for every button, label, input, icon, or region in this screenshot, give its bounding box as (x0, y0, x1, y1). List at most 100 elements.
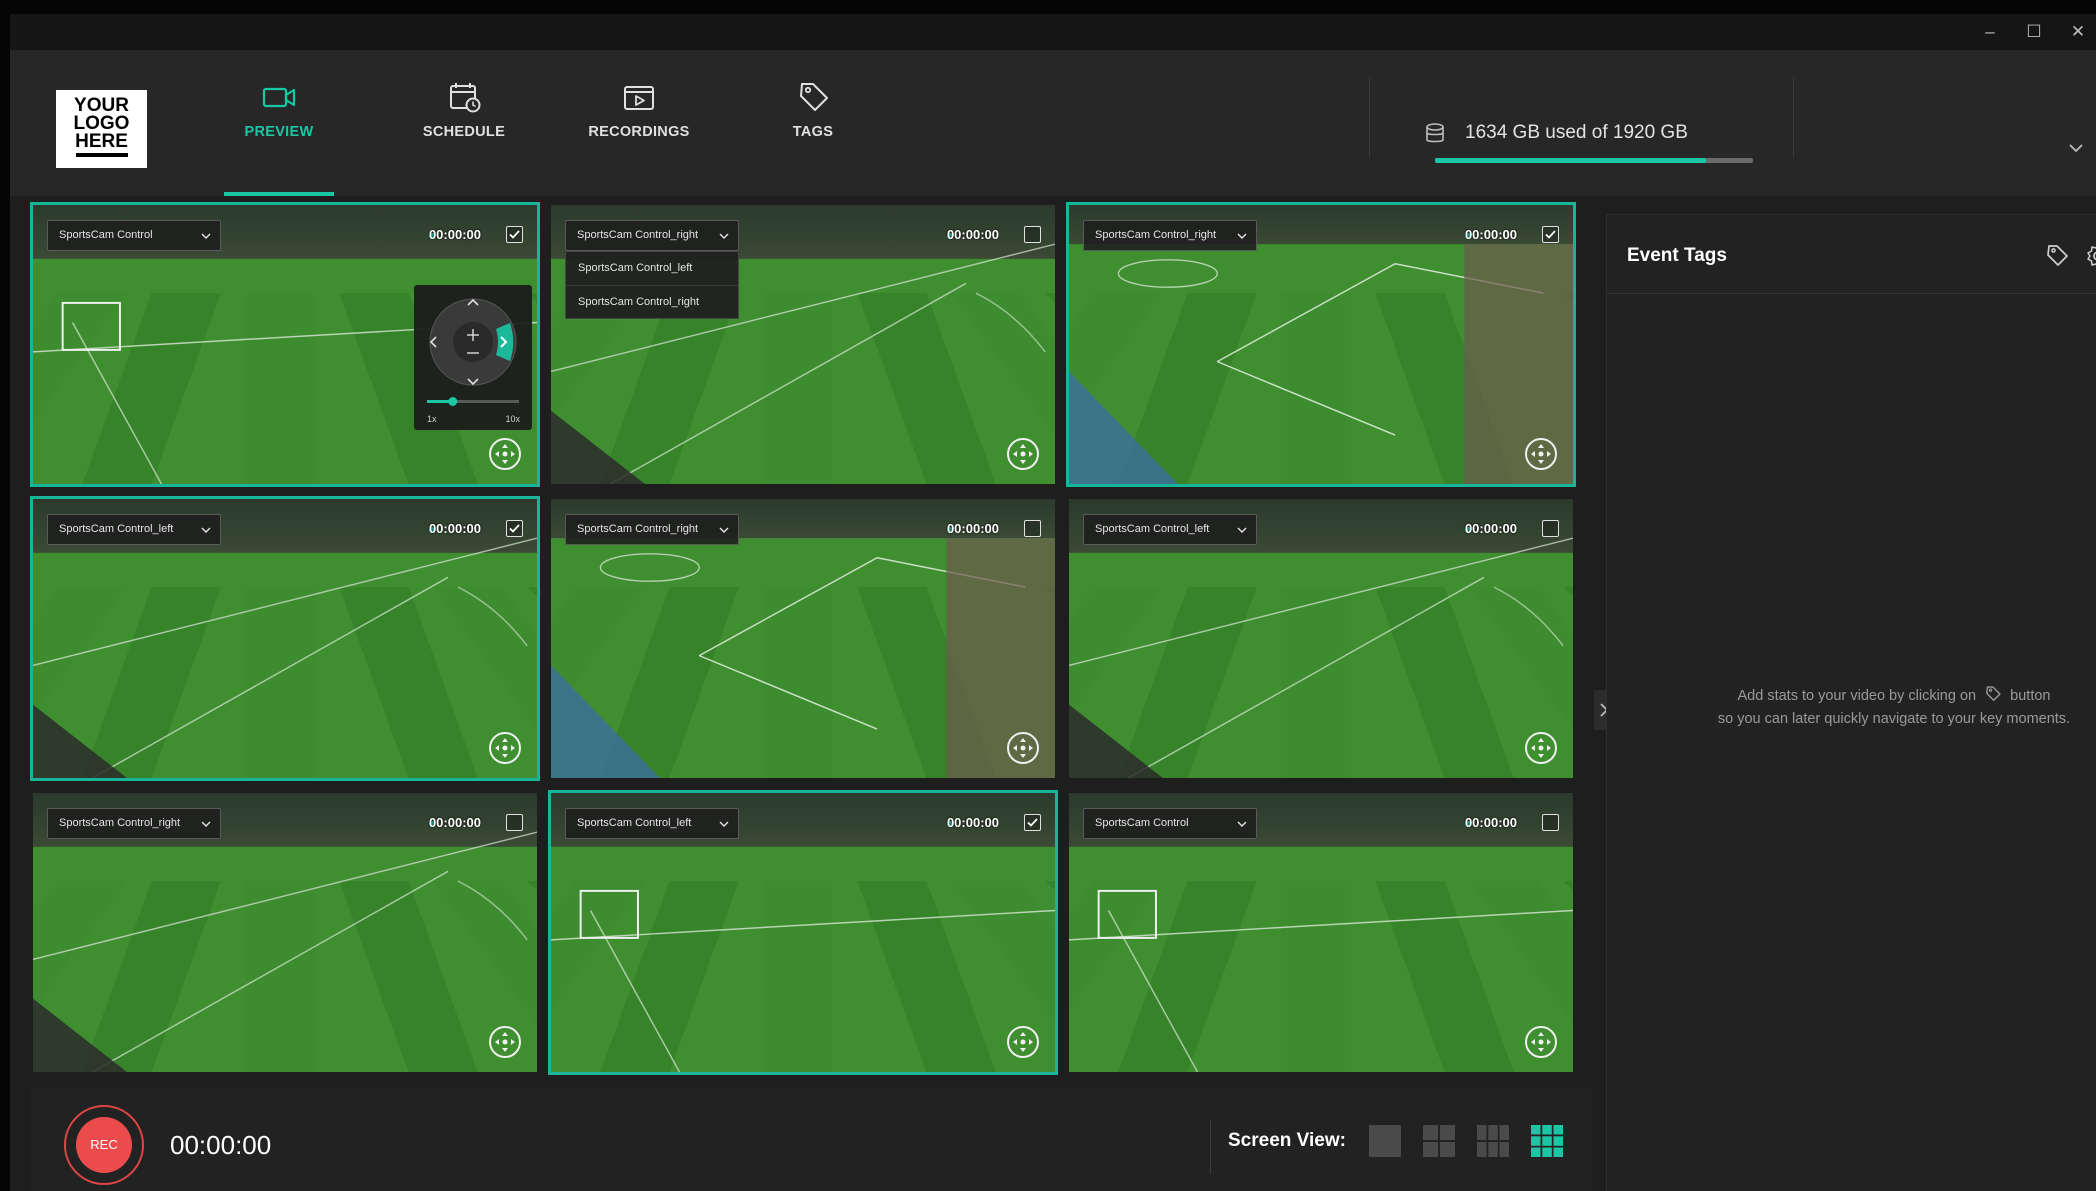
camera-tile[interactable]: SportsCam Control 00:00:00 (1066, 790, 1576, 1075)
grid-3x2-icon[interactable] (1476, 1124, 1510, 1158)
minimize-button[interactable]: – (1970, 20, 2010, 44)
camera-checkbox[interactable] (1542, 520, 1559, 537)
camera-select-option[interactable]: SportsCam Control_right (566, 285, 738, 318)
camera-select-value: SportsCam Control (59, 229, 153, 241)
empty-state-message: Add stats to your video by clicking on b… (1702, 685, 2086, 731)
camera-timer: 00:00:00 (428, 521, 481, 536)
maximize-button[interactable]: ☐ (2014, 20, 2054, 44)
gear-icon[interactable] (2085, 243, 2096, 269)
tab-schedule[interactable]: SCHEDULE (404, 80, 524, 196)
logo-line: HERE (75, 131, 128, 152)
single-view-icon[interactable] (1368, 1124, 1402, 1158)
camera-timer: 00:00:00 (1464, 521, 1517, 536)
camera-tile[interactable]: SportsCam Control_right SportsCam Contro… (548, 202, 1058, 487)
camera-select[interactable]: SportsCam Control_right (47, 808, 221, 839)
move-arrows-icon (495, 738, 515, 758)
chevron-down-icon (719, 821, 729, 827)
event-tags-panel: Event Tags Add stats to your video by cl… (1606, 214, 2096, 1191)
tag-icon (1986, 686, 2001, 701)
storage-text: 1634 GB used of 1920 GB (1465, 122, 1688, 143)
ptz-control-button[interactable] (1007, 732, 1039, 764)
chevron-down-icon (201, 527, 211, 533)
camera-checkbox[interactable] (1542, 814, 1559, 831)
camera-checkbox[interactable] (506, 226, 523, 243)
tag-icon[interactable] (2044, 243, 2070, 269)
record-bar: REC 00:00:00 Screen View: (30, 1088, 1592, 1191)
camera-select-value: SportsCam Control_left (59, 523, 174, 535)
ptz-control-button[interactable] (1525, 732, 1557, 764)
tab-preview[interactable]: PREVIEW (224, 80, 334, 196)
camera-checkbox[interactable] (1024, 520, 1041, 537)
move-arrows-icon (1013, 1032, 1033, 1052)
panel-divider (1607, 293, 2096, 294)
camera-tile[interactable]: SportsCam Control_right 00:00:00 (548, 496, 1058, 781)
camera-checkbox[interactable] (506, 520, 523, 537)
camera-tile[interactable]: SportsCam Control_left 00:00:00 (30, 496, 540, 781)
checkmark-icon (509, 524, 520, 533)
record-button-label: REC (76, 1117, 132, 1173)
move-arrows-icon (495, 444, 515, 464)
camera-select[interactable]: SportsCam Control_left (565, 808, 739, 839)
camera-select[interactable]: SportsCam Control_right (565, 514, 739, 545)
camera-checkbox[interactable] (1024, 226, 1041, 243)
tab-recordings[interactable]: RECORDINGS (574, 80, 704, 196)
camera-select[interactable]: SportsCam Control_left (47, 514, 221, 545)
record-button[interactable]: REC (64, 1105, 144, 1185)
chevron-down-icon[interactable] (2064, 136, 2088, 160)
header-divider (1793, 78, 1794, 158)
record-timer: 00:00:00 (170, 1130, 272, 1160)
move-arrows-icon (1013, 444, 1033, 464)
ptz-control-button[interactable] (1525, 438, 1557, 470)
ptz-panel: 1x 10x (414, 285, 532, 430)
camera-tile[interactable]: SportsCam Control 00:00:00 1x 10x (30, 202, 540, 487)
ptz-control-button[interactable] (489, 1026, 521, 1058)
close-button[interactable]: ✕ (2058, 20, 2096, 44)
ptz-control-button[interactable] (489, 732, 521, 764)
camera-checkbox[interactable] (1542, 226, 1559, 243)
camera-select[interactable]: SportsCam Control_right (565, 220, 739, 251)
camera-select-value: SportsCam Control_right (59, 817, 181, 829)
panel-title: Event Tags (1627, 245, 1727, 266)
camera-tile[interactable]: SportsCam Control_right 00:00:00 (30, 790, 540, 1075)
camera-tile[interactable]: SportsCam Control_left 00:00:00 (1066, 496, 1576, 781)
storage-bar-fill (1435, 158, 1706, 163)
camera-select[interactable]: SportsCam Control (47, 220, 221, 251)
tab-tags[interactable]: TAGS (768, 80, 858, 196)
app-header: YOUR LOGO HERE PREVIEW SCHEDULE RECORDIN… (10, 50, 2096, 196)
camera-checkbox[interactable] (506, 814, 523, 831)
camera-timer: 00:00:00 (428, 227, 481, 242)
chevron-down-icon (719, 233, 729, 239)
checkmark-icon (509, 230, 520, 239)
grid-3x3-icon[interactable] (1530, 1124, 1564, 1158)
app-window: – ☐ ✕ YOUR LOGO HERE PREVIEW SCHEDULE RE… (10, 14, 2096, 1191)
tag-icon (800, 83, 828, 111)
ptz-control-button[interactable] (1007, 438, 1039, 470)
video-camera-icon (262, 87, 296, 108)
move-arrows-icon (1531, 444, 1551, 464)
chevron-down-icon (201, 821, 211, 827)
move-arrows-icon (1013, 738, 1033, 758)
camera-select-option[interactable]: SportsCam Control_left (566, 252, 738, 285)
grid-2x2-icon[interactable] (1422, 1124, 1456, 1158)
recordings-icon (624, 86, 654, 110)
tab-label: SCHEDULE (422, 124, 506, 140)
camera-tile[interactable]: SportsCam Control_left 00:00:00 (548, 790, 1058, 1075)
ptz-joystick[interactable] (414, 285, 532, 403)
empty-state-text: so you can later quickly navigate to you… (1717, 711, 2071, 727)
camera-select[interactable]: SportsCam Control (1083, 808, 1257, 839)
camera-select-value: SportsCam Control_left (1095, 523, 1210, 535)
ptz-control-button[interactable] (1007, 1026, 1039, 1058)
move-arrows-icon (1531, 738, 1551, 758)
ptz-control-button[interactable] (489, 438, 521, 470)
camera-select[interactable]: SportsCam Control_left (1083, 514, 1257, 545)
ptz-control-button[interactable] (1525, 1026, 1557, 1058)
camera-select-value: SportsCam Control (1095, 817, 1189, 829)
tab-label: PREVIEW (244, 124, 314, 140)
camera-select[interactable]: SportsCam Control_right (1083, 220, 1257, 251)
camera-checkbox[interactable] (1024, 814, 1041, 831)
zoom-slider[interactable] (414, 395, 532, 409)
active-tab-indicator (224, 192, 334, 196)
camera-tile[interactable]: SportsCam Control_right 00:00:00 (1066, 202, 1576, 487)
database-icon (1426, 123, 1444, 143)
chevron-down-icon (1237, 527, 1247, 533)
